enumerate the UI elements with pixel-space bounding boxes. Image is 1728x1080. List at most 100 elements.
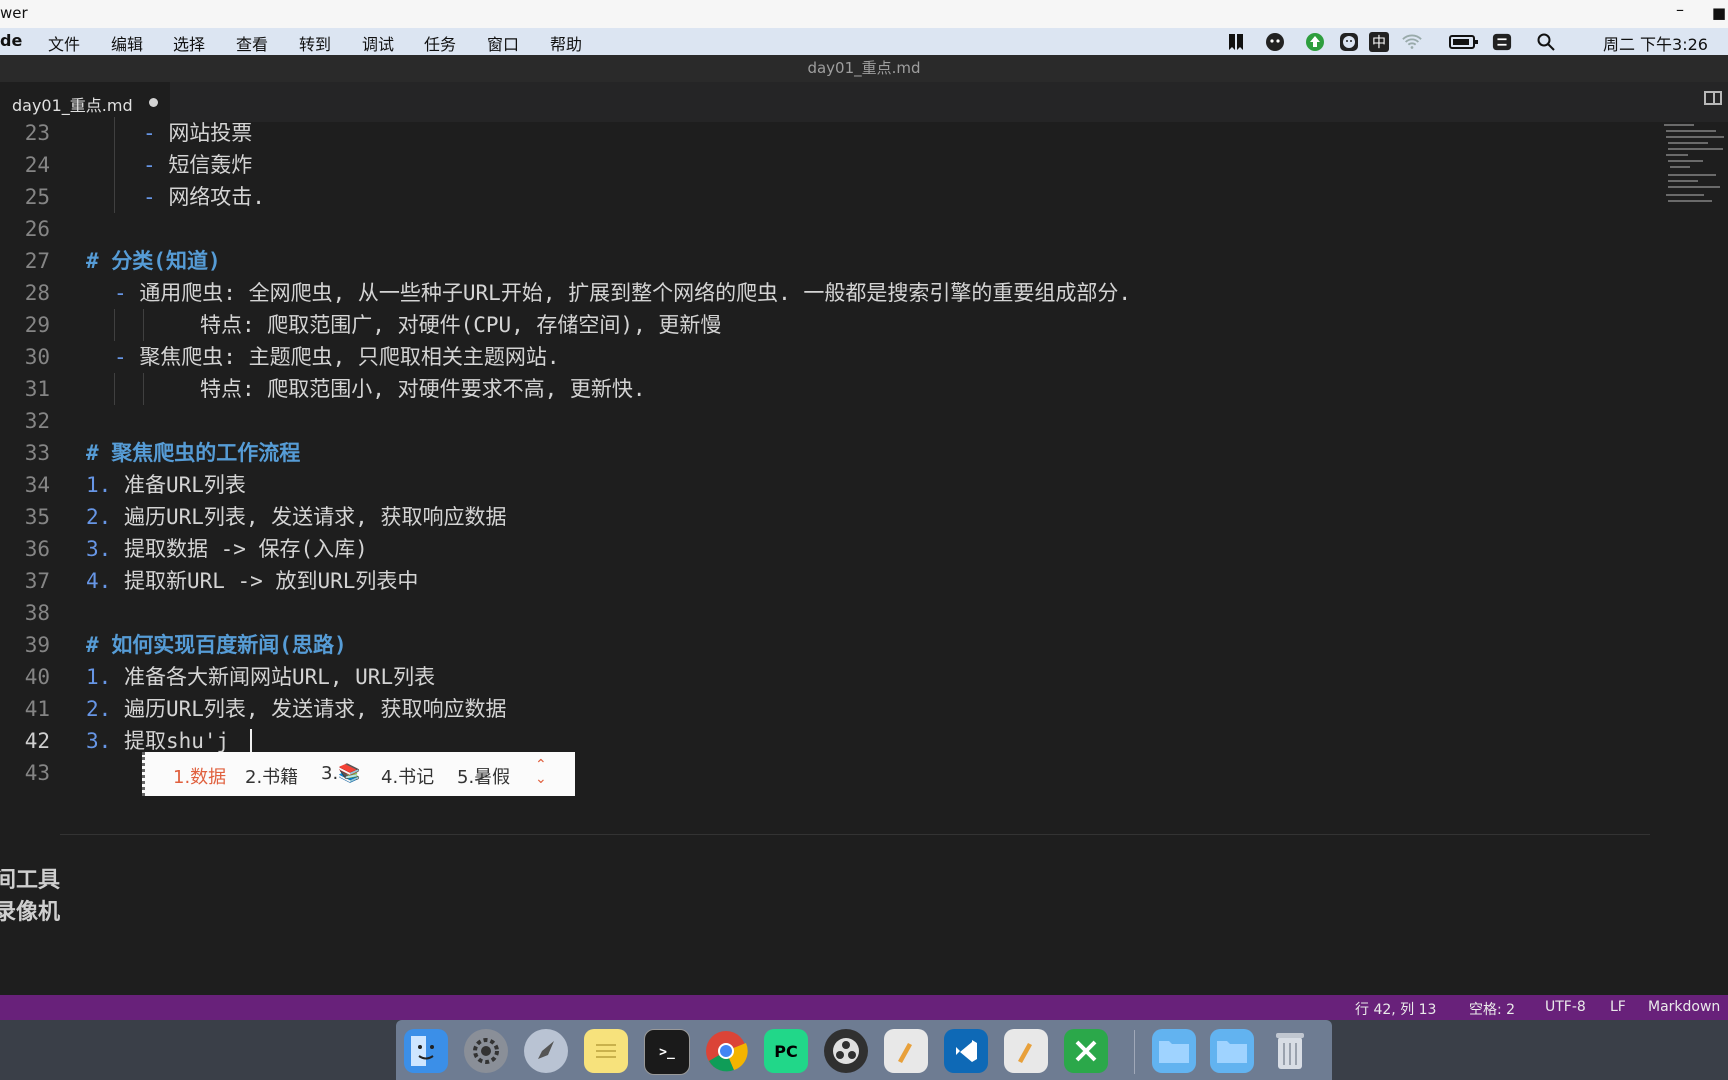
indentation-setting[interactable]: 空格: 2 — [1469, 999, 1515, 1019]
xmind-icon[interactable] — [1064, 1029, 1108, 1073]
wifi-icon[interactable] — [1402, 32, 1422, 52]
line-number: 30 — [24, 345, 50, 369]
battery-icon[interactable] — [1449, 32, 1479, 52]
search-icon[interactable] — [1536, 32, 1556, 52]
editor-line[interactable]: 28 - 通用爬虫: 全网爬虫, 从一些种子URL开始, 扩展到整个网络的爬虫.… — [0, 277, 1650, 309]
folder-icon[interactable] — [1152, 1029, 1196, 1073]
split-editor-icon[interactable] — [1704, 91, 1722, 105]
editor-line[interactable]: 38 — [0, 597, 1650, 629]
ime-candidate[interactable]: 3.📚 — [321, 763, 361, 784]
tab-day01[interactable]: day01_重点.md — [0, 82, 170, 122]
trash-icon[interactable] — [1268, 1029, 1312, 1073]
textedit-icon[interactable] — [1004, 1029, 1048, 1073]
input-method-icon[interactable]: 中 — [1369, 32, 1389, 52]
indent-guide — [114, 309, 115, 341]
minimap[interactable] — [1660, 122, 1728, 222]
editor-line[interactable]: 36 3. 提取数据 -> 保存(入库) — [0, 533, 1650, 565]
finder-icon[interactable] — [404, 1029, 448, 1073]
terminal-icon[interactable]: >_ — [644, 1029, 690, 1075]
editor-line[interactable]: 26 — [0, 213, 1650, 245]
launchpad-icon[interactable] — [524, 1029, 568, 1073]
end-of-line[interactable]: LF — [1610, 999, 1626, 1015]
editor-line[interactable]: 31 特点: 爬取范围小, 对硬件要求不高, 更新快. — [0, 373, 1650, 405]
language-mode[interactable]: Markdown — [1648, 999, 1720, 1015]
ime-candidate[interactable]: 5.暑假 — [457, 763, 510, 789]
vscode-icon[interactable] — [944, 1029, 988, 1073]
overlay-caption-2: 录像机 — [0, 900, 61, 925]
editor-line[interactable]: 35 2. 遍历URL列表, 发送请求, 获取响应数据 — [0, 501, 1650, 533]
notes-icon[interactable] — [584, 1029, 628, 1073]
menu-file[interactable]: 文件 — [48, 31, 80, 55]
line-text: 提取shu'j — [123, 729, 230, 753]
editor-line[interactable]: 24 - 短信轰炸 — [0, 149, 1650, 181]
menu-edit[interactable]: 编辑 — [111, 31, 143, 55]
editor-line[interactable]: 29 特点: 爬取范围广, 对硬件(CPU, 存储空间), 更新慢 — [0, 309, 1650, 341]
editor-line[interactable]: 33 # 聚焦爬虫的工作流程 — [0, 437, 1650, 469]
ordered-list-marker: 3. — [86, 537, 112, 561]
menubar: de 文件 编辑 选择 查看 转到 调试 任务 窗口 帮助 中 周二 下午3:2… — [0, 28, 1728, 55]
menu-window[interactable]: 窗口 — [487, 31, 519, 55]
menu-help[interactable]: 帮助 — [550, 31, 582, 55]
line-number: 37 — [24, 569, 50, 593]
list-dash-marker: - — [143, 185, 156, 209]
window-title: day01_重点.md — [0, 55, 1728, 82]
file-encoding[interactable]: UTF-8 — [1545, 999, 1586, 1015]
line-number: 24 — [24, 153, 50, 177]
chrome-icon[interactable] — [704, 1029, 748, 1073]
ime-candidate[interactable]: 1.数据 — [173, 763, 226, 789]
editor-line[interactable]: 30 - 聚焦爬虫: 主题爬虫, 只爬取相关主题网站. — [0, 341, 1650, 373]
pycharm-icon[interactable]: PC — [764, 1029, 808, 1073]
line-text: 网站投票 — [168, 121, 253, 145]
heading-hash-marker: # — [86, 441, 99, 465]
upload-icon[interactable] — [1305, 32, 1325, 52]
ime-candidate[interactable]: 4.书记 — [381, 763, 434, 789]
line-number: 35 — [24, 505, 50, 529]
status-bar: 行 42, 列 13 空格: 2 UTF-8 LF Markdown — [0, 995, 1728, 1020]
editor-line[interactable]: 25 - 网络攻击. — [0, 181, 1650, 213]
minimap-line — [1668, 148, 1723, 150]
line-number: 38 — [24, 601, 50, 625]
folder-icon[interactable] — [1210, 1029, 1254, 1073]
menubar-clock[interactable]: 周二 下午3:26 — [1603, 31, 1708, 55]
minimize-button[interactable]: – — [1676, 0, 1684, 19]
screen-share-icon[interactable] — [1492, 32, 1512, 52]
ime-expand-chevron-icon[interactable]: ⌃ ⌄ — [535, 758, 547, 786]
editor-line[interactable]: 34 1. 准备URL列表 — [0, 469, 1650, 501]
outer-window-titlebar: wer – ■ — [0, 0, 1728, 28]
chat-icon[interactable] — [1265, 32, 1285, 52]
editor-text-area[interactable]: 23 - 网站投票 24 - 短信轰炸 25 - 网络攻击. 26 27 # 分… — [0, 117, 1660, 997]
menu-view[interactable]: 查看 — [236, 31, 268, 55]
editor-line[interactable]: 40 1. 准备各大新闻网站URL, URL列表 — [0, 661, 1650, 693]
cursor-position[interactable]: 行 42, 列 13 — [1355, 999, 1436, 1019]
ordered-list-marker: 2. — [86, 697, 112, 721]
face-icon[interactable] — [1339, 32, 1359, 52]
line-text: 遍历URL列表, 发送请求, 获取响应数据 — [123, 697, 507, 721]
menu-debug[interactable]: 调试 — [362, 31, 394, 55]
bookmark-icon[interactable] — [1226, 32, 1246, 52]
ime-candidate[interactable]: 2.书籍 — [245, 763, 298, 789]
app-menu[interactable]: de — [0, 31, 22, 50]
line-number: 26 — [24, 217, 50, 241]
menu-select[interactable]: 选择 — [173, 31, 205, 55]
indent-guide — [114, 373, 115, 405]
editor-line[interactable]: 41 2. 遍历URL列表, 发送请求, 获取响应数据 — [0, 693, 1650, 725]
system-preferences-icon[interactable] — [464, 1029, 508, 1073]
line-number: 41 — [24, 697, 50, 721]
unsaved-dot-icon[interactable] — [149, 98, 158, 107]
minimap-line — [1668, 160, 1703, 162]
line-number: 42 — [24, 729, 50, 753]
editor-line[interactable]: 39 # 如何实现百度新闻(思路) — [0, 629, 1650, 661]
editor-line[interactable]: 32 — [0, 405, 1650, 437]
editor-line[interactable]: 23 - 网站投票 — [0, 117, 1650, 149]
minimap-line — [1664, 124, 1694, 126]
editor-line[interactable]: 37 4. 提取新URL -> 放到URL列表中 — [0, 565, 1650, 597]
dock-separator — [1134, 1030, 1135, 1074]
outer-window-title: wer — [0, 4, 28, 22]
line-number: 36 — [24, 537, 50, 561]
obs-icon[interactable] — [824, 1029, 868, 1073]
minimap-line — [1666, 194, 1704, 196]
menu-goto[interactable]: 转到 — [299, 31, 331, 55]
textedit-icon[interactable] — [884, 1029, 928, 1073]
editor-line[interactable]: 27 # 分类(知道) — [0, 245, 1650, 277]
menu-tasks[interactable]: 任务 — [424, 31, 456, 55]
